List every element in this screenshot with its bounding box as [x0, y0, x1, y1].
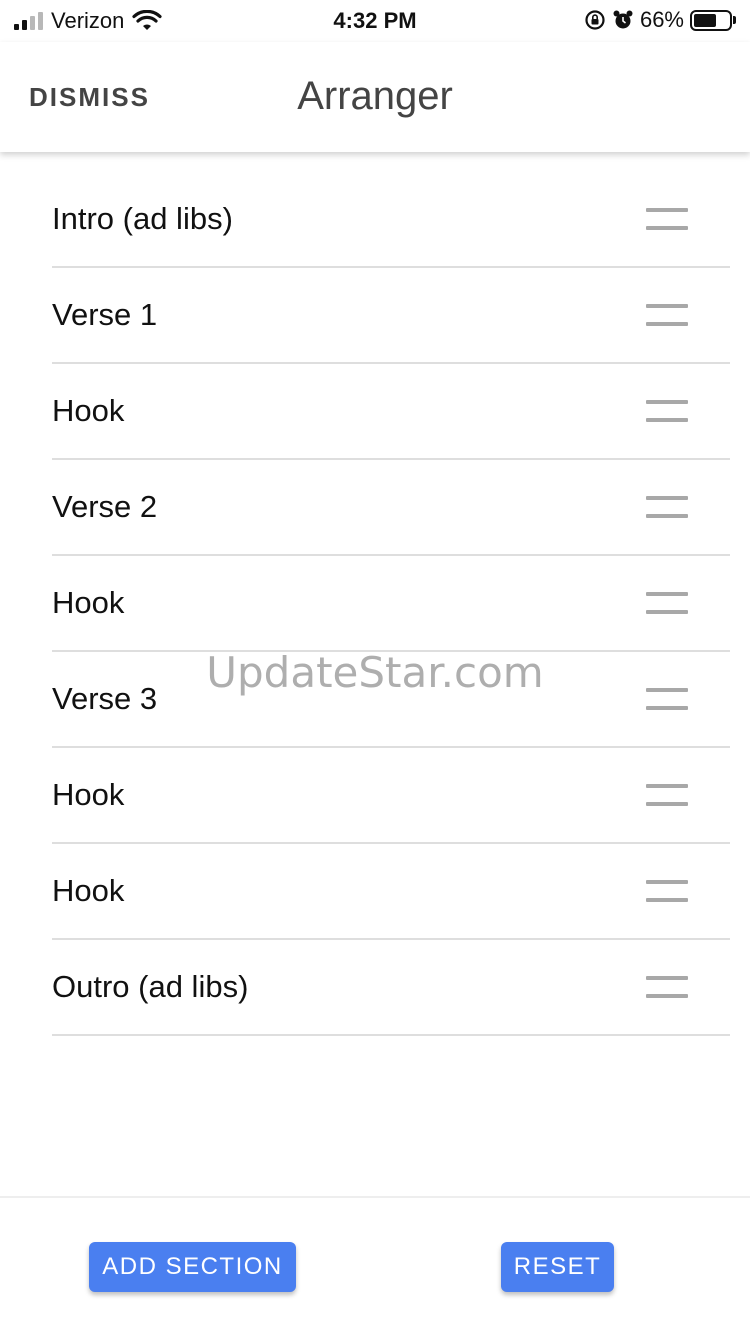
status-bar: Verizon 4:32 PM 66%: [0, 0, 750, 42]
section-row[interactable]: Verse 2: [52, 460, 730, 556]
drag-handle-icon[interactable]: [646, 784, 688, 806]
battery-percent: 66%: [639, 7, 684, 32]
add-section-button[interactable]: ADD SECTION: [89, 1242, 296, 1292]
drag-handle-icon[interactable]: [646, 592, 688, 614]
section-label: Verse 1: [52, 297, 158, 332]
section-row[interactable]: Hook: [52, 556, 730, 652]
section-row[interactable]: Verse 1: [52, 268, 730, 364]
section-row[interactable]: Hook: [52, 844, 730, 940]
section-row[interactable]: Outro (ad libs): [52, 940, 730, 1036]
drag-handle-icon[interactable]: [646, 496, 688, 518]
drag-handle-icon[interactable]: [646, 208, 688, 230]
section-row[interactable]: Hook: [52, 364, 730, 460]
drag-handle-icon[interactable]: [646, 304, 688, 326]
section-label: Intro (ad libs): [52, 201, 233, 236]
rotation-lock-icon: [585, 10, 605, 30]
section-list: Intro (ad libs) Verse 1 Hook Verse 2 Hoo…: [52, 172, 730, 1036]
section-label: Outro (ad libs): [52, 969, 249, 1004]
drag-handle-icon[interactable]: [646, 400, 688, 422]
section-label: Verse 3: [52, 681, 158, 716]
status-right: 66%: [584, 7, 736, 33]
battery-icon: [690, 9, 736, 31]
drag-handle-icon[interactable]: [646, 976, 688, 998]
section-row[interactable]: Intro (ad libs): [52, 172, 730, 268]
drag-handle-icon[interactable]: [646, 880, 688, 902]
reset-button[interactable]: RESET: [501, 1242, 614, 1292]
drag-handle-icon[interactable]: [646, 688, 688, 710]
section-label: Hook: [52, 777, 125, 812]
section-label: Hook: [52, 585, 125, 620]
footer-bar: ADD SECTION RESET: [0, 1196, 750, 1334]
section-label: Verse 2: [52, 489, 158, 524]
alarm-icon: [613, 10, 633, 29]
section-label: Hook: [52, 873, 125, 908]
section-label: Hook: [52, 393, 125, 428]
page-title: Arranger: [297, 74, 453, 118]
app-bar: DISMISS Arranger: [0, 42, 750, 152]
section-row[interactable]: Hook: [52, 748, 730, 844]
section-row[interactable]: Verse 3: [52, 652, 730, 748]
